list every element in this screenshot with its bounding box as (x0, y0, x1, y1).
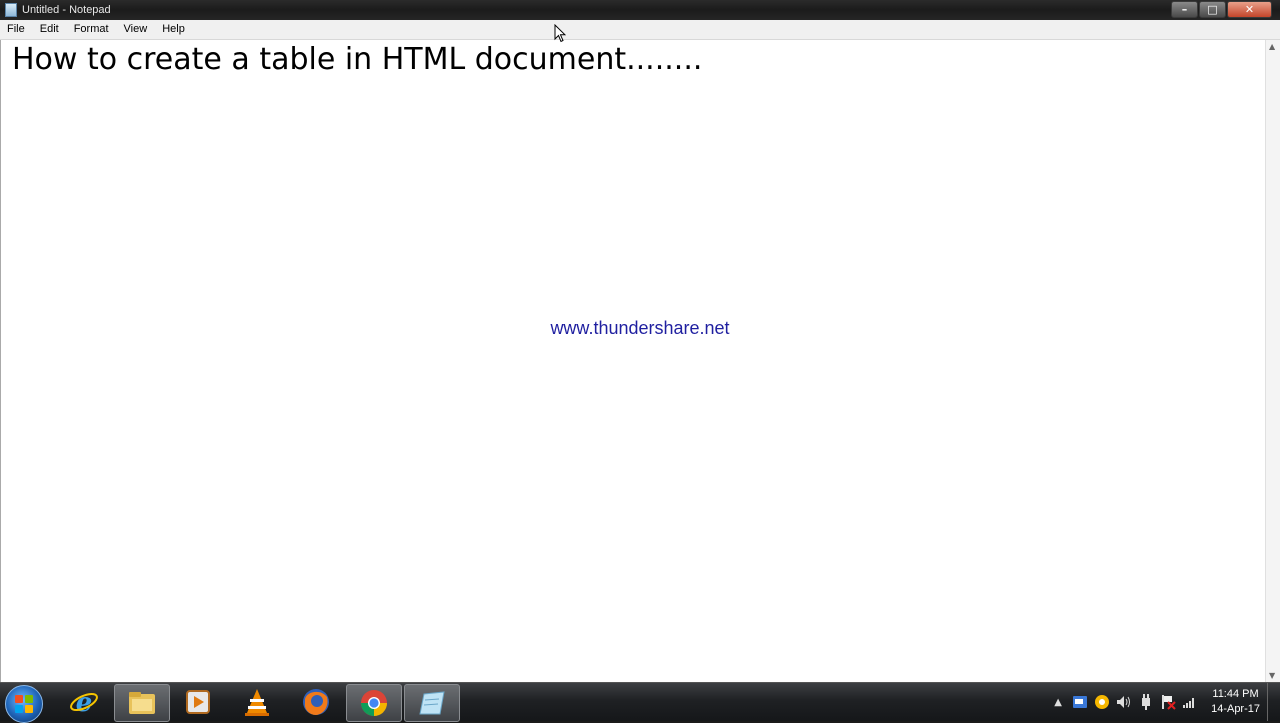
mouse-cursor-icon (554, 24, 566, 43)
internet-explorer-icon: e (70, 688, 98, 717)
show-hidden-icons-icon[interactable]: ▲ (1050, 694, 1066, 710)
scroll-up-icon[interactable]: ▲ (1269, 42, 1275, 51)
network-app-icon[interactable] (1072, 694, 1088, 710)
taskbar-internet-explorer[interactable]: e (57, 684, 111, 720)
taskbar-chrome[interactable] (346, 684, 402, 722)
volume-icon[interactable] (1116, 694, 1132, 710)
editor-content[interactable]: How to create a table in HTML document..… (12, 42, 702, 77)
start-button[interactable] (5, 685, 43, 723)
firefox-icon (303, 689, 329, 715)
media-player-icon (186, 690, 210, 714)
scroll-down-icon[interactable]: ▼ (1269, 671, 1275, 680)
taskbar-media-player[interactable] (171, 684, 225, 720)
chrome-icon (360, 690, 387, 717)
vertical-scrollbar[interactable]: ▲ ▼ (1265, 40, 1280, 682)
action-center-icon[interactable] (1160, 694, 1176, 710)
notepad-app-icon[interactable] (5, 3, 17, 17)
taskbar-notepad[interactable] (404, 684, 460, 722)
file-explorer-icon (129, 692, 155, 714)
taskbar-vlc[interactable] (230, 684, 284, 720)
window-title: Untitled - Notepad (22, 4, 111, 16)
signal-strength-icon[interactable] (1182, 694, 1198, 710)
svg-text:e: e (76, 688, 93, 717)
text-editor-area[interactable]: How to create a table in HTML document..… (0, 40, 1266, 682)
menu-edit[interactable]: Edit (33, 20, 67, 39)
system-tray: ▲ 11:44 PM 14-Apr-17 (1047, 683, 1260, 721)
menu-view[interactable]: View (117, 20, 156, 39)
menu-file[interactable]: File (0, 20, 33, 39)
notepad-icon (419, 691, 445, 715)
taskbar-file-explorer[interactable] (114, 684, 170, 722)
window-titlebar[interactable]: Untitled - Notepad – □ ✕ (0, 0, 1280, 20)
power-plug-icon[interactable] (1138, 694, 1154, 710)
clock[interactable]: 11:44 PM 14-Apr-17 (1211, 687, 1260, 717)
menu-bar: File Edit Format View Help (0, 20, 1280, 40)
window-controls: – □ ✕ (1170, 1, 1272, 18)
clock-date: 14-Apr-17 (1211, 703, 1260, 715)
maximize-button[interactable]: □ (1199, 1, 1226, 18)
minimize-button[interactable]: – (1171, 1, 1198, 18)
vlc-icon (245, 689, 269, 716)
close-button[interactable]: ✕ (1227, 1, 1272, 18)
taskbar-firefox[interactable] (289, 684, 343, 720)
menu-format[interactable]: Format (67, 20, 117, 39)
windows-logo-icon (15, 695, 33, 713)
clock-time: 11:44 PM (1212, 688, 1259, 700)
taskbar: e ▲ 11:44 PM 14-Apr-17 (0, 682, 1280, 723)
update-app-icon[interactable] (1094, 694, 1110, 710)
show-desktop-button[interactable] (1267, 683, 1280, 721)
menu-help[interactable]: Help (155, 20, 193, 39)
watermark-text: www.thundershare.net (550, 318, 730, 338)
